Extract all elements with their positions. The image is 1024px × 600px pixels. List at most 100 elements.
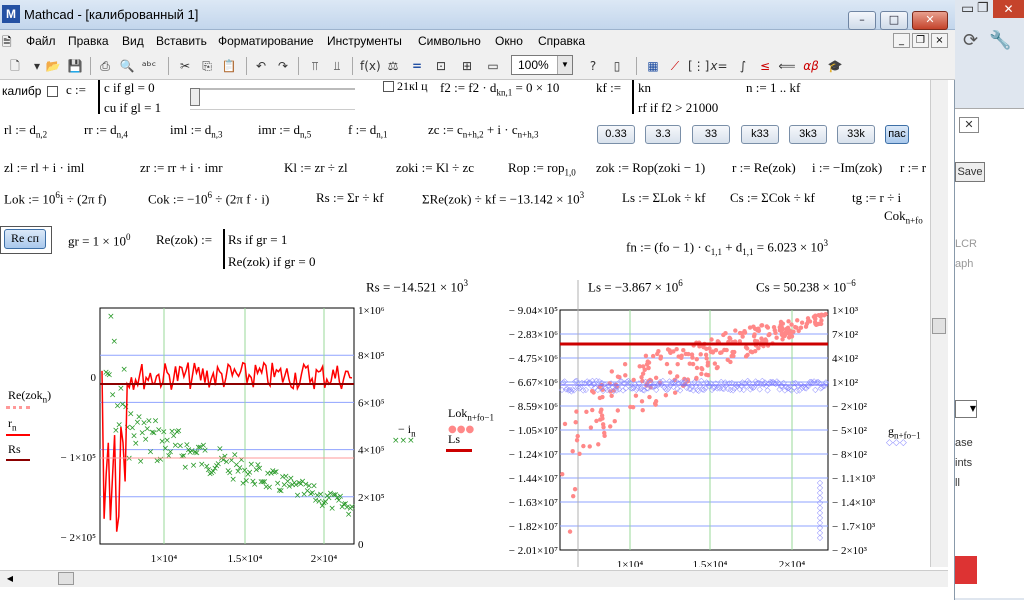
- horizontal-scrollbar[interactable]: [0, 570, 948, 587]
- chart1-neg-i-point: ×: [226, 468, 234, 478]
- chart2-g-point: ◇: [577, 382, 584, 391]
- bg-dropdown[interactable]: ▼: [955, 400, 977, 418]
- chart2-lok-point: [683, 351, 689, 357]
- chart2-lok-point: [728, 336, 733, 341]
- horizontal-scroll-thumb[interactable]: [58, 572, 74, 585]
- spellcheck-icon[interactable]: ᵃᵇᶜ: [140, 57, 158, 75]
- option-checkbox[interactable]: [383, 81, 394, 92]
- calculate-icon[interactable]: =: [408, 57, 426, 75]
- range-button-3.3[interactable]: 3.3: [645, 125, 681, 144]
- matrix-toolbar-icon[interactable]: [⋮]: [688, 57, 709, 75]
- maximize-button[interactable]: □: [880, 11, 908, 30]
- wrench-icon[interactable]: 🔧: [989, 30, 1011, 51]
- chart1-neg-i-point: ×: [132, 439, 140, 449]
- range-button-33k[interactable]: 33k: [837, 125, 875, 144]
- redo-icon[interactable]: ↷: [274, 57, 292, 75]
- undo-icon[interactable]: ↶: [252, 57, 270, 75]
- chart2-g-point: ◇: [763, 381, 770, 390]
- mdi-restore-button[interactable]: ❐: [912, 33, 929, 48]
- vertical-scroll-thumb[interactable]: [932, 318, 946, 334]
- open-icon[interactable]: 📂: [44, 57, 62, 75]
- save-icon[interactable]: 💾: [66, 57, 84, 75]
- print-icon[interactable]: ⎙: [96, 57, 114, 75]
- new-icon[interactable]: 🗋: [6, 57, 24, 75]
- bg-minimize-icon[interactable]: ▭: [961, 0, 974, 17]
- chart2-lok-point: [732, 339, 738, 344]
- component-wizard-icon[interactable]: ⊞: [458, 57, 476, 75]
- run-icon[interactable]: ▭: [484, 57, 502, 75]
- reload-icon[interactable]: ⟳: [963, 30, 978, 51]
- cut-icon[interactable]: ✂: [176, 57, 194, 75]
- greek-toolbar-icon[interactable]: αβ: [802, 57, 820, 75]
- chart2-g-point: ◇: [649, 382, 656, 391]
- toolbar: 🗋 ▾ 📂 💾 ⎙ 🔍 ᵃᵇᶜ ✂ ⎘ 📋 ↶ ↷ ⫪ ⫫ f(x) ⚖ = ⊡…: [0, 52, 955, 80]
- chart1-neg-i-point: ×: [122, 403, 130, 413]
- bg-panel-close-icon[interactable]: ✕: [959, 117, 979, 133]
- re-sum-result: ΣRe(zok) ÷ kf = −13.142 × 103: [422, 190, 585, 207]
- chart2-g-point: ◇: [717, 383, 724, 392]
- insert-hyperlink-icon[interactable]: ⊡: [432, 57, 450, 75]
- menu-tools[interactable]: Инструменты: [327, 34, 402, 48]
- align-top-icon[interactable]: ⫪: [306, 57, 324, 75]
- align-down-icon[interactable]: ⫫: [328, 57, 346, 75]
- calculator-toolbar-icon[interactable]: ▦: [644, 57, 662, 75]
- zoom-select[interactable]: 100% ▼: [511, 55, 573, 75]
- range-button-33[interactable]: 33: [692, 125, 730, 144]
- programming-toolbar-icon[interactable]: ⟸: [778, 57, 796, 75]
- chart2-y-right-tick: − 2×10²: [832, 401, 868, 413]
- menu-help[interactable]: Справка: [538, 34, 585, 48]
- chart1-neg-i-point: ×: [191, 448, 199, 458]
- menu-window[interactable]: Окно: [495, 34, 523, 48]
- bg-label-all: ll: [955, 477, 960, 489]
- chart2-g-point: ◇: [711, 382, 718, 391]
- paste-icon[interactable]: 📋: [220, 57, 238, 75]
- symbolic-toolbar-icon[interactable]: 🎓: [826, 57, 844, 75]
- insert-unit-icon[interactable]: ⚖: [384, 57, 402, 75]
- menu-edit[interactable]: Правка: [68, 34, 109, 48]
- mdi-minimize-button[interactable]: _: [893, 33, 910, 48]
- chart1-neg-i-point: ×: [246, 468, 254, 478]
- bg-close-icon[interactable]: ✕: [993, 0, 1024, 18]
- scroll-left-icon[interactable]: ◀: [4, 572, 16, 585]
- menu-view[interactable]: Вид: [122, 34, 144, 48]
- chart2-g-point: ◇: [698, 376, 705, 385]
- chart2-lok-point: [694, 340, 699, 345]
- minimize-button[interactable]: –: [848, 11, 876, 30]
- chart2-g-point: ◇: [612, 380, 619, 389]
- close-button[interactable]: ✕: [912, 11, 948, 30]
- evaluation-toolbar-icon[interactable]: x=: [710, 57, 728, 75]
- chart2-lok-point: [791, 329, 796, 334]
- chart1-neg-i-point: ×: [125, 454, 133, 464]
- chart1-neg-i-point: ×: [257, 477, 265, 487]
- bg-restore-icon[interactable]: ❐: [977, 0, 989, 16]
- chart2-lok-point: [668, 350, 673, 355]
- range-button-k33[interactable]: k33: [741, 125, 779, 144]
- copy-icon[interactable]: ⎘: [198, 57, 216, 75]
- print-preview-icon[interactable]: 🔍: [118, 57, 136, 75]
- resource-icon[interactable]: ▯: [608, 57, 626, 75]
- insert-function-icon[interactable]: f(x): [360, 57, 381, 75]
- range-button-pas[interactable]: пас: [885, 125, 909, 144]
- toolbar-separator: [168, 57, 169, 75]
- chart2-lok-point: [744, 346, 750, 351]
- calculus-toolbar-icon[interactable]: ∫: [734, 57, 752, 75]
- chart2-y-left-tick: − 2.01×10⁷: [509, 545, 558, 557]
- calib-checkbox[interactable]: [47, 86, 58, 97]
- range-button-3k3[interactable]: 3k3: [789, 125, 827, 144]
- slider-thumb[interactable]: [190, 88, 200, 106]
- menu-insert[interactable]: Вставить: [156, 34, 207, 48]
- mdi-close-button[interactable]: ×: [931, 33, 948, 48]
- chart2-lok-point: [656, 348, 661, 354]
- chart2-g-point: ◇: [658, 380, 665, 389]
- chart2-lok-point: [733, 328, 738, 333]
- menu-symbolic[interactable]: Символьно: [418, 34, 481, 48]
- graph-toolbar-icon[interactable]: ⟋: [666, 57, 684, 75]
- menu-file[interactable]: Файл: [26, 34, 56, 48]
- bg-save-button[interactable]: Save: [955, 162, 985, 182]
- doc-icon[interactable]: 🗎: [2, 33, 12, 54]
- range-button-0.33[interactable]: 0.33: [597, 125, 635, 144]
- boolean-toolbar-icon[interactable]: ≤: [756, 57, 774, 75]
- re-sp-button[interactable]: Re сп: [4, 229, 46, 249]
- menu-format[interactable]: Форматирование: [218, 34, 314, 48]
- help-icon[interactable]: ?: [584, 57, 602, 75]
